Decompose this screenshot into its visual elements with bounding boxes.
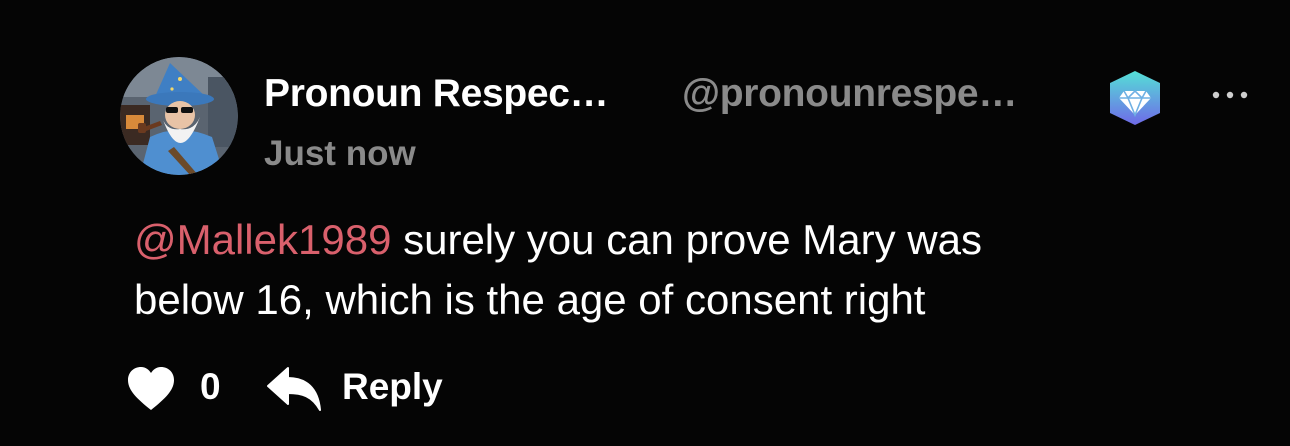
user-mention-link[interactable]: @Mallek1989: [134, 216, 391, 263]
reply-icon[interactable]: [266, 366, 322, 412]
author-handle[interactable]: @pronounrespe…: [682, 72, 1017, 116]
diamond-badge-icon: [1102, 70, 1168, 126]
author-display-name[interactable]: Pronoun Respec…: [264, 72, 609, 116]
author-avatar[interactable]: [120, 57, 238, 175]
like-count: 0: [200, 366, 221, 407]
comment-card: Pronoun Respec… @pronounrespe… Just now …: [0, 0, 1290, 446]
reply-button[interactable]: Reply: [342, 366, 443, 408]
comment-text-line2: below 16, which is the age of consent ri…: [134, 276, 926, 323]
comment-text-line1: surely you can prove Mary was: [391, 216, 983, 263]
heart-icon[interactable]: [126, 366, 176, 412]
more-options-icon[interactable]: [1208, 80, 1252, 110]
comment-body: @Mallek1989 surely you can prove Mary wa…: [134, 210, 1234, 330]
comment-timestamp: Just now: [264, 134, 416, 173]
